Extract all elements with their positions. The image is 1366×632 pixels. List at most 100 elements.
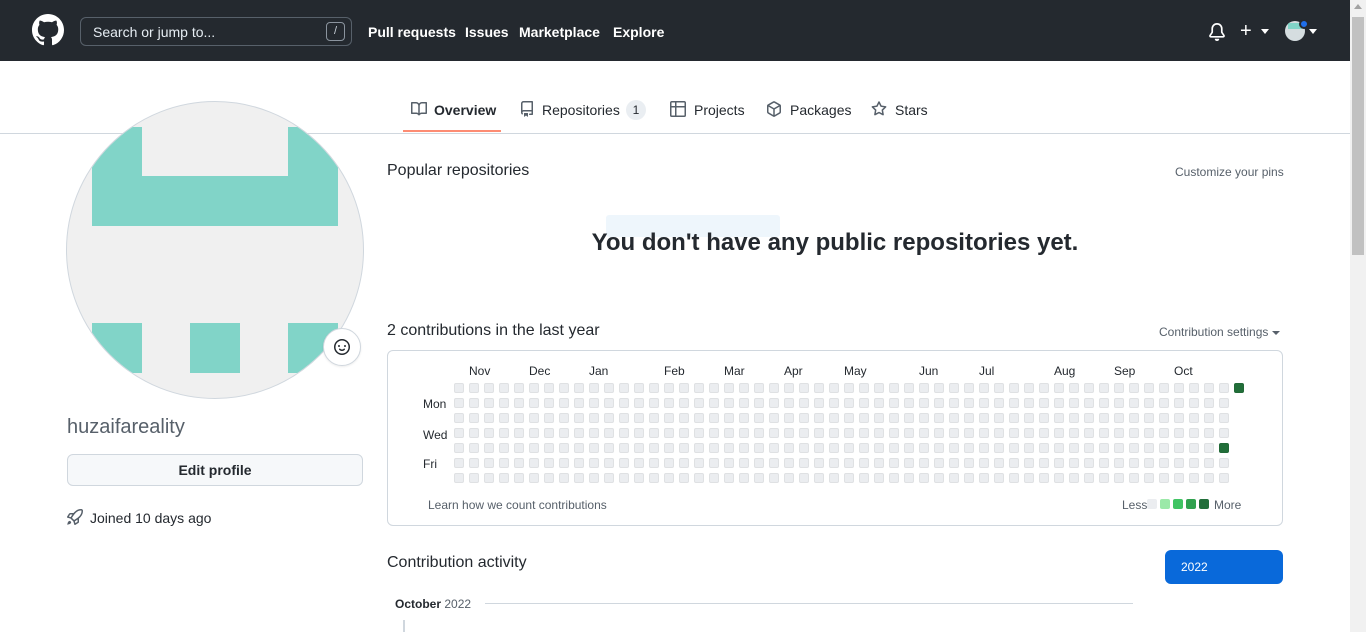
contribution-day-cell[interactable] xyxy=(949,428,959,438)
contribution-day-cell[interactable] xyxy=(1099,383,1109,393)
contribution-day-cell[interactable] xyxy=(529,383,539,393)
contribution-day-cell[interactable] xyxy=(679,458,689,468)
contribution-day-cell[interactable] xyxy=(1114,458,1124,468)
contribution-day-cell[interactable] xyxy=(709,428,719,438)
contribution-day-cell[interactable] xyxy=(1189,443,1199,453)
contribution-day-cell[interactable] xyxy=(784,398,794,408)
contribution-day-cell[interactable] xyxy=(904,383,914,393)
contribution-day-cell[interactable] xyxy=(1099,428,1109,438)
contribution-day-cell[interactable] xyxy=(514,428,524,438)
contribution-day-cell[interactable] xyxy=(634,473,644,483)
contribution-day-cell[interactable] xyxy=(559,428,569,438)
contribution-day-cell[interactable] xyxy=(1114,413,1124,423)
contribution-day-cell[interactable] xyxy=(889,443,899,453)
contribution-day-cell[interactable] xyxy=(664,428,674,438)
contribution-day-cell[interactable] xyxy=(559,383,569,393)
contribution-day-cell[interactable] xyxy=(919,413,929,423)
contribution-day-cell[interactable] xyxy=(844,398,854,408)
contribution-day-cell[interactable] xyxy=(814,398,824,408)
contribution-day-cell[interactable] xyxy=(1039,398,1049,408)
contribution-day-cell[interactable] xyxy=(649,473,659,483)
contribution-day-cell[interactable] xyxy=(709,458,719,468)
contribution-day-cell[interactable] xyxy=(964,383,974,393)
contribution-day-cell[interactable] xyxy=(694,413,704,423)
contribution-day-cell[interactable] xyxy=(1129,428,1139,438)
contribution-day-cell[interactable] xyxy=(1069,428,1079,438)
contribution-day-cell[interactable] xyxy=(634,383,644,393)
contribution-day-cell[interactable] xyxy=(1024,428,1034,438)
contribution-day-cell[interactable] xyxy=(1174,473,1184,483)
contribution-day-cell[interactable] xyxy=(874,383,884,393)
contribution-day-cell[interactable] xyxy=(1129,473,1139,483)
contribution-day-cell[interactable] xyxy=(694,443,704,453)
contribution-day-cell[interactable] xyxy=(529,443,539,453)
contribution-day-cell[interactable] xyxy=(904,413,914,423)
contribution-day-cell[interactable] xyxy=(1114,398,1124,408)
contribution-day-cell[interactable] xyxy=(769,473,779,483)
contribution-day-cell[interactable] xyxy=(814,383,824,393)
contribution-day-cell[interactable] xyxy=(919,473,929,483)
contribution-day-cell[interactable] xyxy=(1144,458,1154,468)
contribution-day-cell[interactable] xyxy=(934,458,944,468)
contribution-day-cell[interactable] xyxy=(1024,413,1034,423)
contribution-day-cell[interactable] xyxy=(649,458,659,468)
contribution-day-cell[interactable] xyxy=(514,443,524,453)
contribution-day-cell[interactable] xyxy=(1204,428,1214,438)
contribution-day-cell[interactable] xyxy=(1174,458,1184,468)
contribution-day-cell[interactable] xyxy=(949,398,959,408)
contribution-day-cell[interactable] xyxy=(664,443,674,453)
contribution-day-cell[interactable] xyxy=(694,473,704,483)
contribution-day-cell[interactable] xyxy=(1234,383,1244,393)
scroll-up-arrow-icon[interactable] xyxy=(1354,4,1362,9)
contribution-day-cell[interactable] xyxy=(664,398,674,408)
contribution-day-cell[interactable] xyxy=(1099,443,1109,453)
contribution-day-cell[interactable] xyxy=(829,428,839,438)
contribution-day-cell[interactable] xyxy=(949,383,959,393)
contribution-day-cell[interactable] xyxy=(454,428,464,438)
contribution-day-cell[interactable] xyxy=(709,443,719,453)
contribution-day-cell[interactable] xyxy=(1204,413,1214,423)
contribution-day-cell[interactable] xyxy=(844,413,854,423)
contribution-day-cell[interactable] xyxy=(634,443,644,453)
contribution-day-cell[interactable] xyxy=(874,428,884,438)
contribution-day-cell[interactable] xyxy=(484,428,494,438)
contribution-day-cell[interactable] xyxy=(904,398,914,408)
contribution-day-cell[interactable] xyxy=(889,398,899,408)
contribution-day-cell[interactable] xyxy=(1054,383,1064,393)
contribution-day-cell[interactable] xyxy=(1039,428,1049,438)
contribution-day-cell[interactable] xyxy=(1114,428,1124,438)
contribution-day-cell[interactable] xyxy=(634,458,644,468)
contribution-day-cell[interactable] xyxy=(799,443,809,453)
create-new-plus-icon[interactable]: + xyxy=(1240,21,1252,41)
contribution-day-cell[interactable] xyxy=(1189,383,1199,393)
contribution-day-cell[interactable] xyxy=(559,473,569,483)
contribution-day-cell[interactable] xyxy=(949,413,959,423)
customize-pins-link[interactable]: Customize your pins xyxy=(1175,165,1284,179)
contribution-day-cell[interactable] xyxy=(544,398,554,408)
contribution-day-cell[interactable] xyxy=(709,383,719,393)
contribution-day-cell[interactable] xyxy=(994,428,1004,438)
contribution-day-cell[interactable] xyxy=(649,383,659,393)
contribution-day-cell[interactable] xyxy=(544,473,554,483)
nav-pull-requests[interactable]: Pull requests xyxy=(368,24,456,40)
contribution-day-cell[interactable] xyxy=(874,443,884,453)
contribution-day-cell[interactable] xyxy=(859,458,869,468)
contribution-day-cell[interactable] xyxy=(784,443,794,453)
contribution-day-cell[interactable] xyxy=(469,458,479,468)
contribution-day-cell[interactable] xyxy=(484,443,494,453)
contribution-day-cell[interactable] xyxy=(1129,443,1139,453)
contribution-day-cell[interactable] xyxy=(919,428,929,438)
contribution-day-cell[interactable] xyxy=(454,383,464,393)
contribution-day-cell[interactable] xyxy=(1219,413,1229,423)
contribution-day-cell[interactable] xyxy=(829,458,839,468)
contribution-day-cell[interactable] xyxy=(799,413,809,423)
contribution-day-cell[interactable] xyxy=(1039,458,1049,468)
contribution-day-cell[interactable] xyxy=(1144,443,1154,453)
contribution-day-cell[interactable] xyxy=(544,428,554,438)
contribution-day-cell[interactable] xyxy=(469,383,479,393)
contribution-day-cell[interactable] xyxy=(1069,458,1079,468)
contribution-day-cell[interactable] xyxy=(499,473,509,483)
contribution-day-cell[interactable] xyxy=(769,413,779,423)
contribution-day-cell[interactable] xyxy=(1129,398,1139,408)
contribution-day-cell[interactable] xyxy=(484,458,494,468)
